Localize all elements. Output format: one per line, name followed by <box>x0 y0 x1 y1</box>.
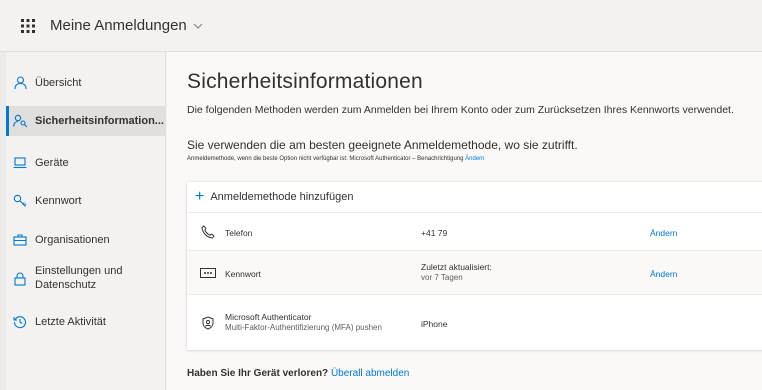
lost-device-prompt: Haben Sie Ihr Gerät verloren? Überall ab… <box>187 368 410 379</box>
person-icon <box>12 75 28 91</box>
sign-out-everywhere-link[interactable]: Überall abmelden <box>331 368 409 379</box>
briefcase-icon <box>12 232 28 248</box>
add-method-button[interactable]: + Anmeldemethode hinzufügen <box>187 182 762 212</box>
sidebar-item-overview[interactable]: Übersicht <box>6 70 166 96</box>
key-icon <box>12 193 28 209</box>
sidebar-item-label: Übersicht <box>35 77 82 89</box>
app-launcher-icon[interactable] <box>10 8 46 44</box>
best-method-text: Sie verwenden die am besten geeignete An… <box>187 138 578 152</box>
page-title: Sicherheitsinformationen <box>187 70 423 93</box>
sidebar-item-organizations[interactable]: Organisationen <box>6 227 166 253</box>
add-method-label: Anmeldemethode hinzufügen <box>210 191 354 203</box>
method-name: Kennwort <box>225 269 261 279</box>
method-row-phone: Telefon +41 79 Ändern <box>187 212 762 250</box>
main-content: Sicherheitsinformationen Die folgenden M… <box>167 52 762 390</box>
plus-icon: + <box>195 188 205 205</box>
methods-card: + Anmeldemethode hinzufügen Telefon +41 … <box>187 182 762 350</box>
lock-icon <box>12 271 28 287</box>
top-bar: Meine Anmeldungen <box>0 0 762 52</box>
laptop-icon <box>12 155 28 171</box>
chevron-down-icon <box>193 20 203 32</box>
method-name: Microsoft Authenticator Multi-Faktor-Aut… <box>225 312 382 332</box>
sidebar-item-password[interactable]: Kennwort <box>6 188 166 214</box>
sidebar-item-label: Einstellungen und Datenschutz <box>35 265 123 291</box>
method-row-password: Kennwort Zuletzt aktualisiert: vor 7 Tag… <box>187 250 762 294</box>
sidebar-item-label: Sicherheitsinformation... <box>35 115 164 127</box>
method-detail: +41 79 <box>421 228 448 238</box>
sidebar-item-settings-privacy[interactable]: Einstellungen und Datenschutz <box>6 262 166 296</box>
phone-icon <box>199 223 217 241</box>
sidebar-item-recent-activity[interactable]: Letzte Aktivität <box>6 310 166 334</box>
sidebar-item-devices[interactable]: Geräte <box>6 150 166 176</box>
sidebar-item-label: Letzte Aktivität <box>35 316 106 328</box>
method-row-authenticator: Microsoft Authenticator Multi-Faktor-Aut… <box>187 294 762 350</box>
sidebar-item-label: Geräte <box>35 157 69 169</box>
change-default-method-link[interactable]: Ändern <box>465 156 484 162</box>
change-password-link[interactable]: Ändern <box>650 269 677 279</box>
default-method-text: Anmeldemethode, wenn die beste Option ni… <box>187 156 485 162</box>
sidebar-item-label: Kennwort <box>35 195 82 207</box>
method-detail: Zuletzt aktualisiert: vor 7 Tagen <box>421 262 492 282</box>
history-icon <box>12 314 28 330</box>
method-name: Telefon <box>225 228 253 238</box>
sidebar-item-security-info[interactable]: Sicherheitsinformation... <box>6 106 166 136</box>
password-icon <box>199 264 217 282</box>
change-phone-link[interactable]: Ändern <box>650 228 677 238</box>
sidebar-item-label: Organisationen <box>35 234 110 246</box>
authenticator-icon <box>199 314 217 332</box>
sidebar: Übersicht Sicherheitsinformation... Gerä… <box>6 52 166 390</box>
app-title: Meine Anmeldungen <box>50 17 187 34</box>
page-subtitle: Die folgenden Methoden werden zum Anmeld… <box>187 104 734 116</box>
app-switcher[interactable]: Meine Anmeldungen <box>50 17 203 34</box>
key-person-icon <box>12 113 28 129</box>
method-detail: iPhone <box>421 319 448 329</box>
